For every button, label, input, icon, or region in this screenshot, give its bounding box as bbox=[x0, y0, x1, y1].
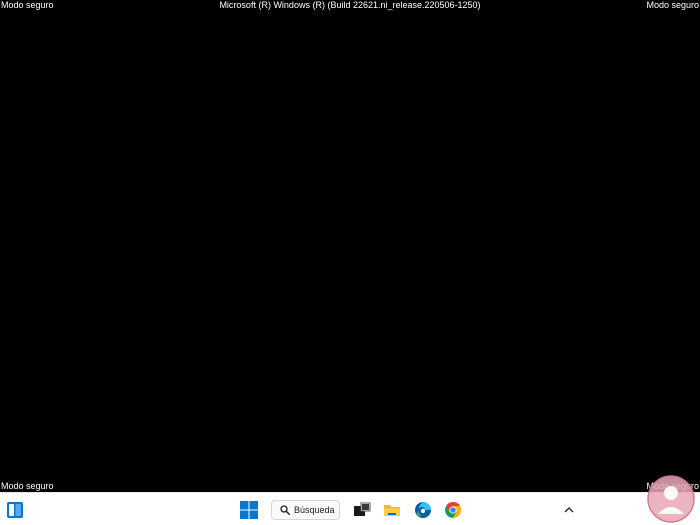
chevron-up-icon bbox=[564, 507, 574, 513]
task-view-button[interactable] bbox=[352, 497, 372, 523]
safe-mode-label-bottom-left: Modo seguro bbox=[1, 481, 54, 491]
safe-mode-desktop: Modo seguro Microsoft (R) Windows (R) (B… bbox=[0, 0, 700, 492]
chrome-icon bbox=[445, 501, 462, 519]
windows-start-icon bbox=[240, 501, 258, 519]
widgets-icon bbox=[7, 502, 23, 518]
file-explorer-icon bbox=[384, 505, 400, 516]
show-hidden-icons-button[interactable] bbox=[559, 497, 579, 523]
widgets-button[interactable] bbox=[4, 497, 26, 523]
windows-build-label: Microsoft (R) Windows (R) (Build 22621.n… bbox=[219, 0, 481, 10]
start-button[interactable] bbox=[238, 497, 260, 523]
search-label: Búsqueda bbox=[294, 505, 335, 515]
safe-mode-label-top-right: Modo seguro bbox=[646, 0, 699, 10]
watermark-logo bbox=[647, 475, 695, 523]
task-view-icon bbox=[354, 502, 371, 516]
search-box[interactable]: Búsqueda bbox=[271, 500, 340, 520]
taskbar: Búsqueda bbox=[0, 492, 700, 525]
edge-button[interactable] bbox=[412, 497, 434, 523]
chrome-button[interactable] bbox=[442, 497, 464, 523]
file-explorer-button[interactable] bbox=[382, 497, 402, 523]
edge-icon bbox=[415, 502, 431, 518]
search-icon bbox=[280, 505, 290, 515]
